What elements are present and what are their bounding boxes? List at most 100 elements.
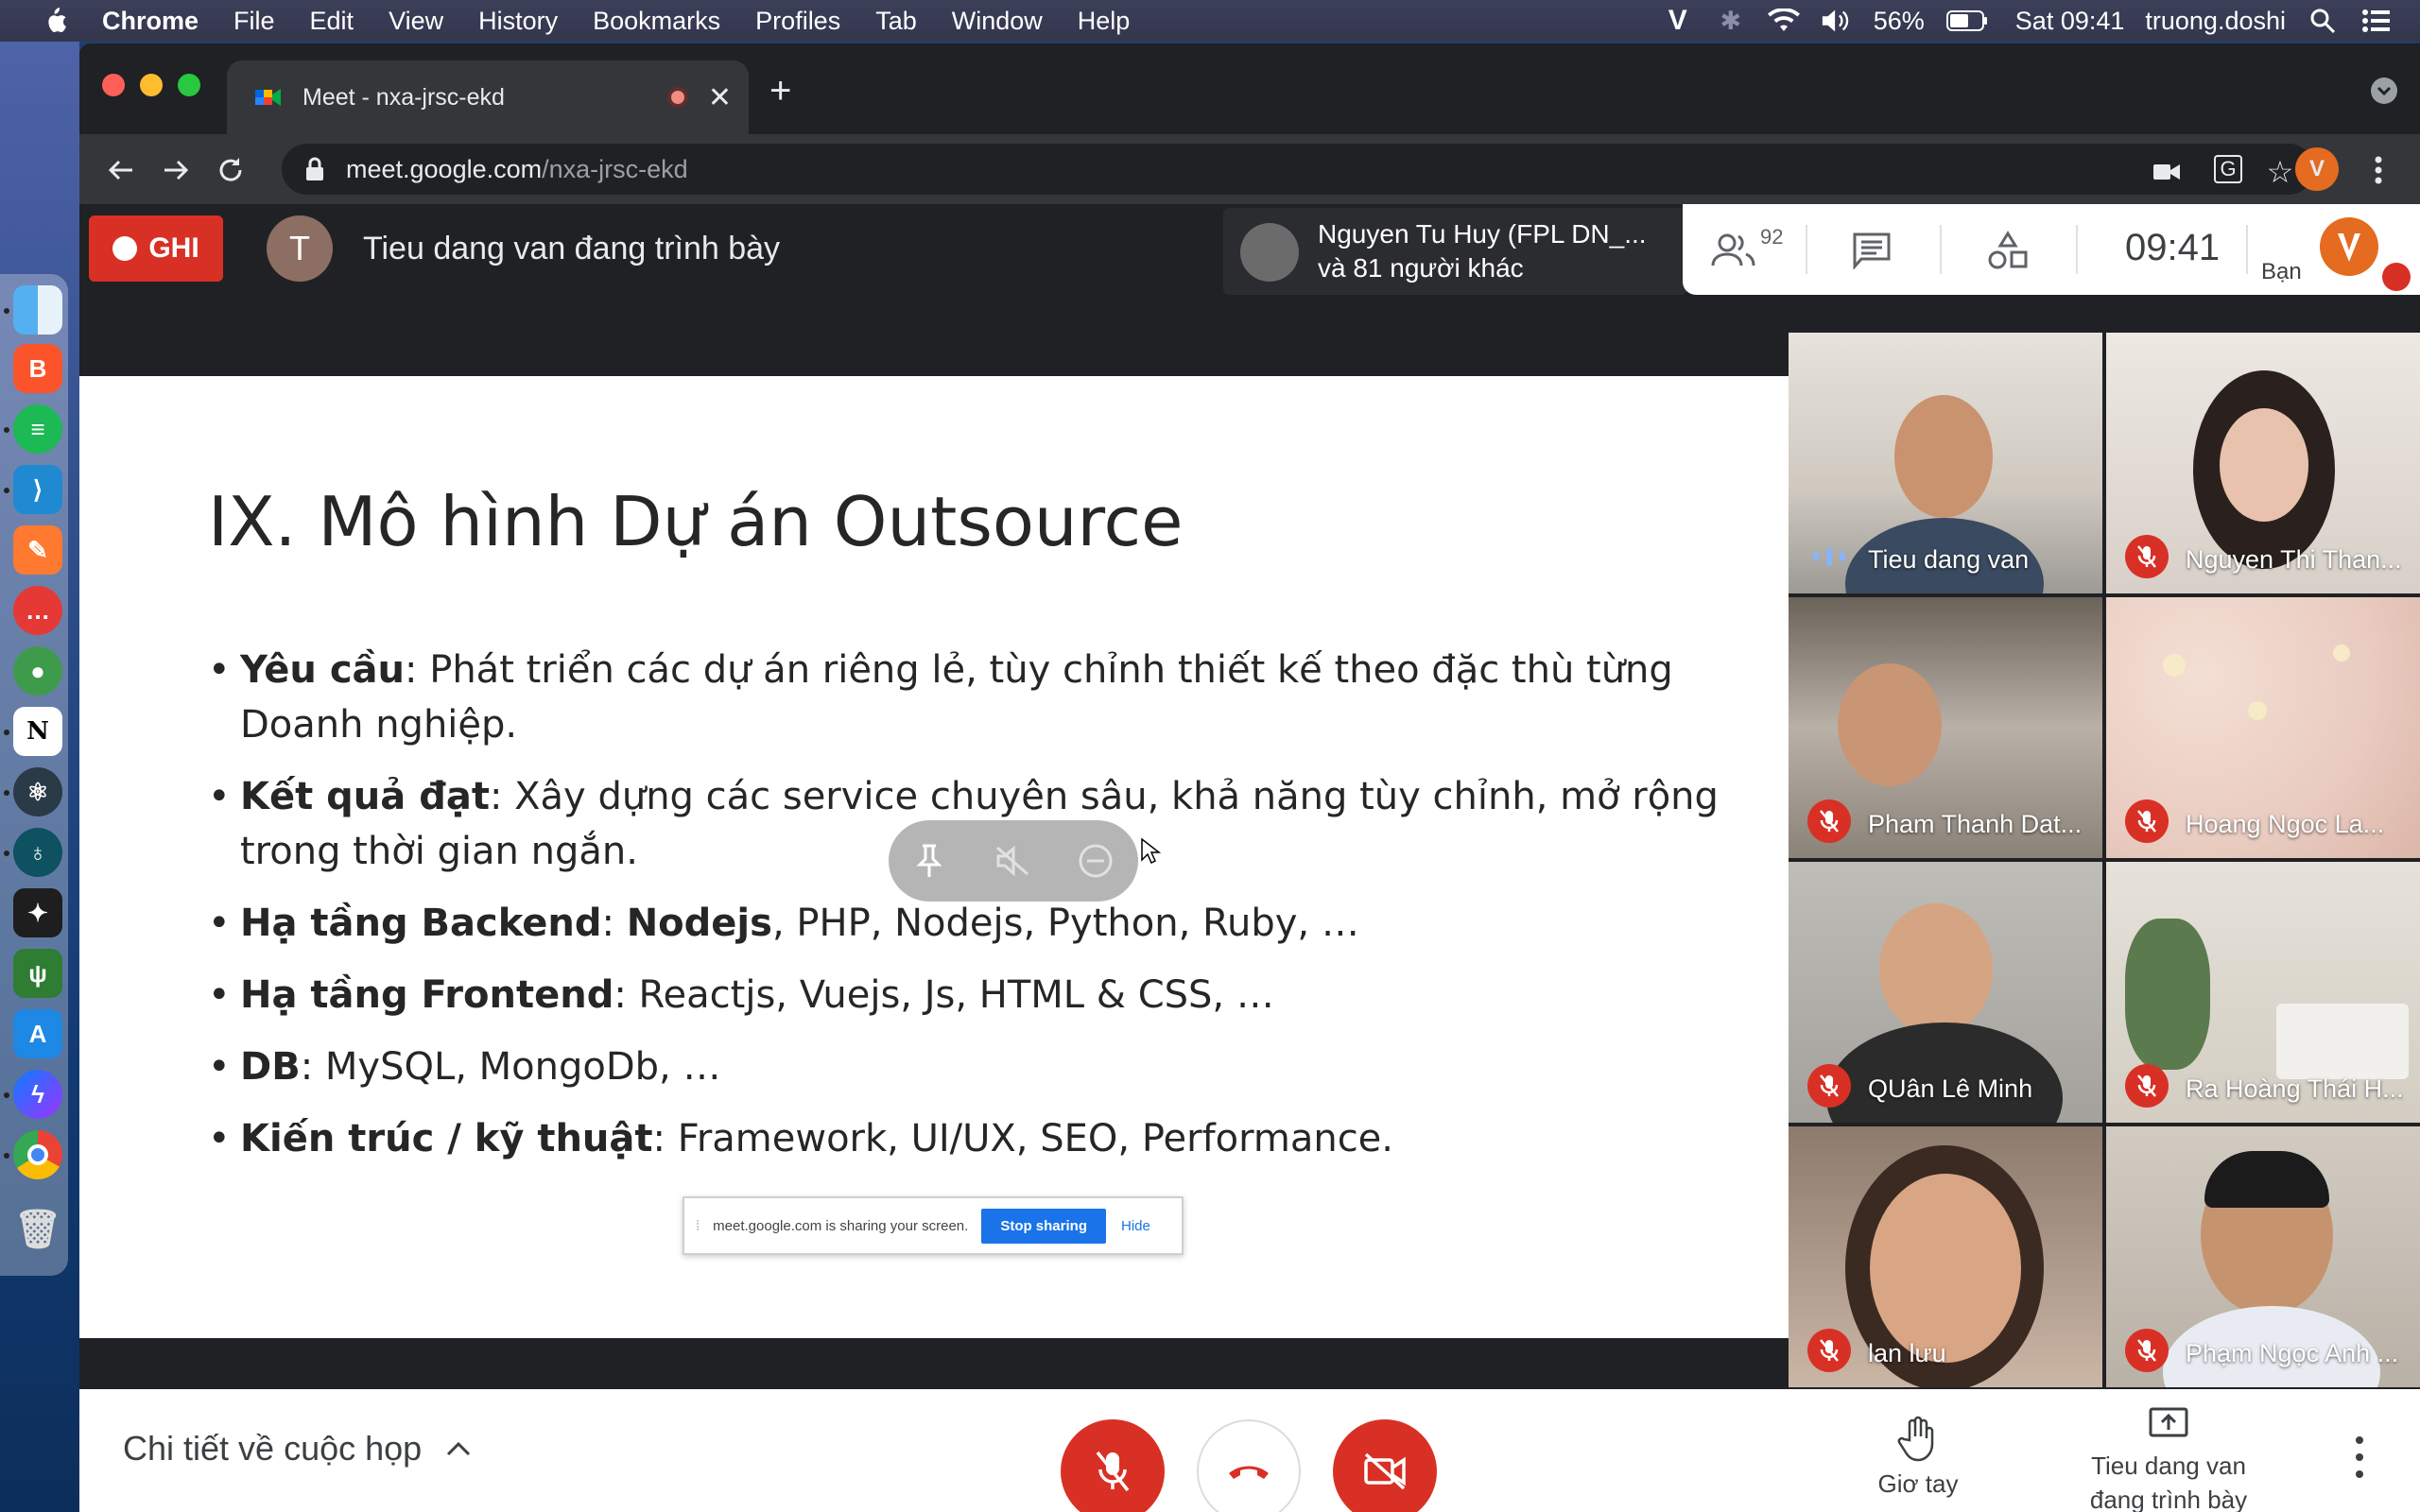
camera-in-use-icon[interactable] [2150, 155, 2184, 189]
wifi-icon[interactable] [1767, 5, 1800, 37]
active-tab[interactable]: Meet - nxa-jrsc-ekd ✕ [227, 60, 749, 134]
recording-badge[interactable]: GHI [89, 215, 223, 282]
camera-toggle-button[interactable] [1333, 1419, 1437, 1512]
participant-name: lan lưu [1868, 1339, 1946, 1367]
self-muted-icon [2382, 263, 2411, 291]
minimize-window-button[interactable] [140, 74, 163, 96]
menu-view[interactable]: View [389, 7, 443, 36]
reload-button[interactable] [210, 149, 251, 191]
participant-tile[interactable]: Tieu dang van [1789, 333, 2102, 593]
address-bar[interactable]: meet.google.com/nxa-jrsc-ekd G ☆ [282, 144, 2314, 195]
present-screen-icon [2149, 1407, 2188, 1437]
battery-icon[interactable] [1945, 5, 1989, 37]
remove-icon[interactable] [1076, 841, 1115, 881]
gitkraken-icon[interactable]: ♁ [13, 828, 62, 877]
menu-history[interactable]: History [478, 7, 558, 36]
volume-icon[interactable] [1821, 5, 1853, 37]
bookmark-star-icon[interactable]: ☆ [2263, 155, 2297, 189]
menubar-user[interactable]: truong.doshi [2145, 7, 2286, 36]
app-store-icon[interactable]: A [13, 1009, 62, 1058]
participant-tile[interactable]: Phạm Ngọc Anh ... [2106, 1126, 2420, 1387]
pin-icon[interactable] [909, 841, 949, 881]
browser-toolbar: meet.google.com/nxa-jrsc-ekd G ☆ V [79, 134, 2420, 204]
pencil-app-icon[interactable]: ✎ [13, 525, 62, 575]
notion-icon[interactable]: N [13, 707, 62, 756]
present-now-button[interactable]: Tieu dang van đang trình bày [2055, 1406, 2282, 1512]
back-button[interactable] [100, 149, 142, 191]
slide-bullet: Hạ tầng Backend: Nodejs, PHP, Nodejs, Py… [208, 896, 1758, 951]
spotlight-search-icon[interactable] [2307, 5, 2339, 37]
participants-summary[interactable]: Nguyen Tu Huy (FPL DN_... và 81 người kh… [1223, 208, 1686, 295]
self-avatar[interactable] [2320, 217, 2378, 276]
tab-search-button[interactable] [2371, 77, 2397, 104]
zoom-window-button[interactable] [178, 74, 200, 96]
trash-icon[interactable]: 🗑 [13, 1204, 62, 1253]
menu-help[interactable]: Help [1078, 7, 1131, 36]
bluetooth-icon[interactable]: ✱ [1715, 5, 1747, 37]
git-client-icon[interactable]: ψ [13, 949, 62, 998]
presenter-avatar: T [267, 215, 333, 282]
dock-running-indicator [4, 1153, 9, 1159]
dock-running-indicator [4, 850, 9, 856]
dock-running-indicator [4, 1092, 9, 1098]
spotify-icon[interactable]: ≡ [13, 404, 62, 454]
participant-name: Hoang Ngoc La... [2186, 810, 2385, 838]
stop-sharing-button[interactable]: Stop sharing [981, 1208, 1106, 1244]
more-options-icon[interactable] [2350, 1436, 2369, 1478]
participant-tile[interactable]: Nguyen Thi Than... [2106, 333, 2420, 593]
extension-icon[interactable]: V [2295, 147, 2339, 191]
menu-bookmarks[interactable]: Bookmarks [593, 7, 720, 36]
chrome-menu-button[interactable] [2358, 149, 2399, 191]
drag-handle-icon[interactable]: ⁞ [696, 1218, 700, 1234]
menu-tab[interactable]: Tab [875, 7, 917, 36]
participant-video-body [1826, 1022, 2063, 1123]
tab-close-icon[interactable]: ✕ [708, 81, 732, 114]
close-window-button[interactable] [102, 74, 125, 96]
participant-tile[interactable]: lan lưu [1789, 1126, 2102, 1387]
translate-icon[interactable]: G [2214, 155, 2242, 183]
lock-icon[interactable] [304, 157, 325, 181]
chat-icon[interactable] [1845, 227, 1898, 274]
atom-icon[interactable]: ⚛ [13, 767, 62, 816]
microphone-toggle-button[interactable] [1061, 1419, 1165, 1512]
speech-bubble-app-icon[interactable]: … [13, 586, 62, 635]
present-label-line-1: Tieu dang van [2091, 1452, 2246, 1480]
meeting-control-bar: Chi tiết về cuộc họp Giơ tay Tieu dang v… [79, 1389, 2420, 1512]
vscode-icon[interactable]: ⟩ [13, 465, 62, 514]
recording-indicator-icon [667, 87, 688, 108]
chevron-up-icon [447, 1441, 471, 1456]
forward-button[interactable] [155, 149, 197, 191]
robot-app-icon[interactable]: ● [13, 646, 62, 696]
brave-icon[interactable]: B [13, 344, 62, 393]
participant-tile[interactable]: Pham Thanh Dat... [1789, 597, 2102, 858]
leave-call-button[interactable] [1197, 1419, 1301, 1512]
mute-audio-icon[interactable] [993, 841, 1032, 881]
menu-profiles[interactable]: Profiles [755, 7, 840, 36]
menu-edit[interactable]: Edit [310, 7, 354, 36]
new-tab-button[interactable]: + [769, 70, 791, 112]
participant-tile[interactable]: Ra Hoàng Thái H... [2106, 862, 2420, 1123]
participant-video [1894, 395, 1993, 518]
people-icon[interactable] [1707, 227, 1760, 274]
raise-hand-label: Giơ tay [1877, 1469, 1959, 1498]
menu-app-name[interactable]: Chrome [102, 7, 199, 36]
menu-window[interactable]: Window [952, 7, 1043, 36]
finder-icon[interactable] [13, 285, 62, 335]
participant-tile[interactable]: QUân Lê Minh [1789, 862, 2102, 1123]
control-center-icon[interactable] [2360, 5, 2392, 37]
hide-notice-button[interactable]: Hide [1121, 1218, 1150, 1234]
battery-percent: 56% [1873, 6, 1925, 35]
chrome-icon[interactable] [13, 1130, 62, 1179]
vimium-icon[interactable]: V [1662, 5, 1694, 37]
activities-icon[interactable] [1981, 227, 2034, 274]
raise-hand-button[interactable]: Giơ tay [1847, 1416, 1989, 1499]
apple-icon[interactable] [36, 2, 74, 40]
recording-dot-icon [112, 236, 138, 261]
figma-icon[interactable]: ✦ [13, 888, 62, 937]
meeting-details-button[interactable]: Chi tiết về cuộc họp [123, 1429, 471, 1469]
menubar-clock[interactable]: Sat 09:41 [2015, 7, 2125, 36]
menu-file[interactable]: File [233, 7, 275, 36]
bokeh-decoration [2333, 644, 2350, 662]
participant-tile[interactable]: Hoang Ngoc La... [2106, 597, 2420, 858]
messenger-icon[interactable]: ϟ [13, 1070, 62, 1119]
